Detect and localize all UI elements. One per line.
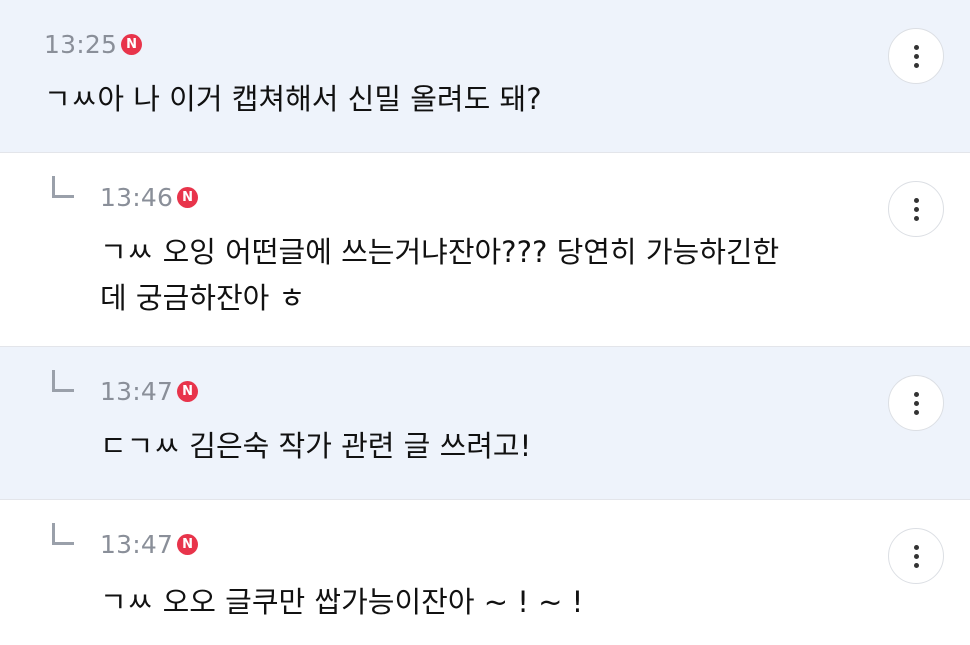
new-badge: N bbox=[177, 381, 199, 402]
comment-text: ㄱㅆ 오오 글쿠만 쌉가능이잔아 ~ ! ~ ! bbox=[100, 585, 584, 619]
comment-time: 13:46 bbox=[100, 183, 174, 212]
more-options-button[interactable] bbox=[888, 181, 944, 237]
reply-item: 13:47 N ㄱㅆ 오오 글쿠만 쌉가능이잔아 ~ ! ~ ! bbox=[0, 500, 970, 645]
comment-header: 13:46 N bbox=[100, 183, 199, 212]
more-vertical-icon bbox=[913, 391, 919, 397]
comment-time: 13:25 bbox=[44, 30, 118, 59]
reply-arrow-icon bbox=[52, 176, 74, 198]
more-vertical-icon bbox=[913, 544, 919, 550]
reply-arrow-icon bbox=[52, 370, 74, 392]
comment-text-line: ㄱㅆ 오잉 어떤글에 쓰는거냐잔아??? 당연히 가능하긴한 bbox=[100, 235, 780, 269]
more-options-button[interactable] bbox=[888, 375, 944, 431]
comment-header: 13:25 N bbox=[44, 30, 143, 59]
comment-header: 13:47 N bbox=[100, 530, 199, 559]
reply-item: 13:47 N ㄷㄱㅆ 김은숙 작가 관련 글 쓰려고! bbox=[0, 347, 970, 500]
new-badge: N bbox=[121, 34, 143, 55]
comment-text: ㄷㄱㅆ 김은숙 작가 관련 글 쓰려고! bbox=[100, 429, 532, 463]
new-badge: N bbox=[177, 187, 199, 208]
comment-text: ㄱㅆ 오잉 어떤글에 쓰는거냐잔아??? 당연히 가능하긴한 데 궁금하잔아 ㅎ bbox=[100, 229, 779, 321]
comment-header: 13:47 N bbox=[100, 377, 199, 406]
comment-text: ㄱㅆ아 나 이거 캡쳐해서 신밀 올려도 돼? bbox=[44, 82, 542, 116]
comment-item: 13:25 N ㄱㅆ아 나 이거 캡쳐해서 신밀 올려도 돼? bbox=[0, 0, 970, 153]
reply-item: 13:46 N ㄱㅆ 오잉 어떤글에 쓰는거냐잔아??? 당연히 가능하긴한 데… bbox=[0, 153, 970, 347]
more-options-button[interactable] bbox=[888, 28, 944, 84]
comment-time: 13:47 bbox=[100, 377, 174, 406]
more-options-button[interactable] bbox=[888, 528, 944, 584]
more-vertical-icon bbox=[913, 197, 919, 203]
comment-text-line: 데 궁금하잔아 ㅎ bbox=[100, 281, 306, 315]
comment-time: 13:47 bbox=[100, 530, 174, 559]
new-badge: N bbox=[177, 534, 199, 555]
more-vertical-icon bbox=[913, 44, 919, 50]
reply-arrow-icon bbox=[52, 523, 74, 545]
